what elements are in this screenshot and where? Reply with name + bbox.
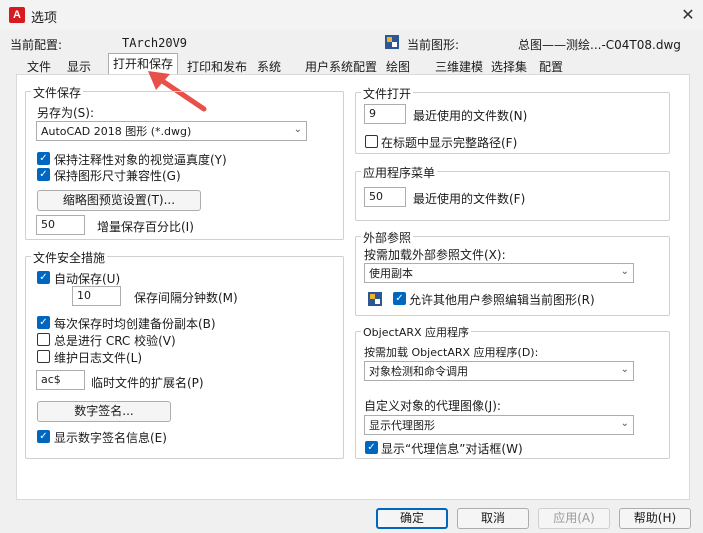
tab-user-preferences[interactable]: 用户系统配置 [300, 56, 382, 75]
objectarx-title: ObjectARX 应用程序 [361, 324, 472, 340]
tab-display[interactable]: 显示 [62, 56, 96, 75]
temp-ext-input[interactable]: ac$ [36, 370, 85, 390]
xref-title: 外部参照 [361, 229, 414, 246]
log-file-checkbox[interactable] [37, 350, 50, 363]
allow-xref-edit-label: 允许其他用户参照编辑当前图形(R) [409, 293, 595, 307]
crc-check-checkbox[interactable] [37, 333, 50, 346]
show-signature-info-label: 显示数字签名信息(E) [54, 431, 167, 445]
log-file-label: 维护日志文件(L) [54, 351, 143, 365]
tab-drafting[interactable]: 绘图 [381, 56, 415, 75]
incremental-save-input[interactable]: 50 [36, 215, 85, 235]
app-menu-recent-label: 最近使用的文件数(F) [413, 192, 526, 206]
show-signature-info-checkbox[interactable]: ✓ [37, 430, 50, 443]
save-as-label: 另存为(S): [37, 106, 95, 120]
app-menu-title: 应用程序菜单 [361, 164, 438, 181]
temp-ext-label: 临时文件的扩展名(P) [91, 376, 204, 390]
maintain-visual-fidelity-checkbox[interactable]: ✓ [37, 152, 50, 165]
autocad-app-icon: A [9, 7, 25, 23]
objectarx-demand-load-dropdown[interactable]: 对象检测和命令调用 ⌄ [364, 361, 634, 381]
help-button[interactable]: 帮助(H) [619, 508, 691, 529]
ok-button[interactable]: 确定 [376, 508, 448, 529]
file-open-title: 文件打开 [361, 85, 414, 102]
tab-3d-modeling[interactable]: 三维建模 [430, 56, 488, 75]
digital-signature-button[interactable]: 数字签名... [37, 401, 171, 422]
chevron-down-icon: ⌄ [620, 418, 629, 429]
proxy-images-value: 显示代理图形 [369, 419, 435, 432]
objectarx-demand-load-value: 对象检测和命令调用 [369, 365, 468, 378]
autosave-minutes-label: 保存间隔分钟数(M) [134, 291, 238, 305]
chevron-down-icon: ⌄ [620, 364, 629, 375]
xref-demand-load-dropdown[interactable]: 使用副本 ⌄ [364, 263, 634, 283]
file-safety-title: 文件安全措施 [31, 249, 108, 266]
file-save-title: 文件保存 [31, 84, 84, 101]
proxy-images-dropdown[interactable]: 显示代理图形 ⌄ [364, 415, 634, 435]
apply-button[interactable]: 应用(A) [538, 508, 610, 529]
tab-selection[interactable]: 选择集 [486, 56, 532, 75]
allow-xref-edit-checkbox[interactable]: ✓ [393, 292, 406, 305]
autosave-checkbox[interactable]: ✓ [37, 271, 50, 284]
backup-copy-label: 每次保存时均创建备份副本(B) [54, 317, 216, 331]
proxy-images-label: 自定义对象的代理图像(J): [364, 399, 501, 413]
objectarx-demand-load-label: 按需加载 ObjectARX 应用程序(D): [364, 346, 539, 359]
cancel-button[interactable]: 取消 [457, 508, 529, 529]
maintain-drawing-size-checkbox[interactable]: ✓ [37, 168, 50, 181]
autosave-minutes-input[interactable]: 10 [72, 286, 121, 306]
tab-files[interactable]: 文件 [22, 56, 56, 75]
maintain-drawing-size-label: 保持图形尺寸兼容性(G) [54, 169, 181, 183]
maintain-visual-fidelity-label: 保持注释性对象的视觉逼真度(Y) [54, 153, 227, 167]
xref-demand-load-value: 使用副本 [369, 267, 413, 280]
current-drawing-value: 总图——测绘...-C04T08.dwg [518, 38, 681, 52]
tab-system[interactable]: 系统 [252, 56, 286, 75]
xref-drawing-icon [368, 292, 382, 306]
incremental-save-label: 增量保存百分比(I) [97, 220, 194, 234]
current-profile-label: 当前配置: [10, 38, 63, 52]
app-menu-recent-input[interactable]: 50 [364, 187, 406, 207]
chevron-down-icon: ⌄ [620, 266, 629, 277]
window-title: 选项 [31, 11, 58, 26]
backup-copy-checkbox[interactable]: ✓ [37, 316, 50, 329]
close-button[interactable]: ✕ [676, 3, 700, 27]
recent-files-input[interactable]: 9 [364, 104, 406, 124]
full-path-checkbox[interactable] [365, 135, 378, 148]
title-bar [0, 0, 703, 30]
save-as-dropdown[interactable]: AutoCAD 2018 图形 (*.dwg) ⌄ [36, 121, 307, 141]
current-drawing-label: 当前图形: [407, 38, 460, 52]
xref-demand-load-label: 按需加载外部参照文件(X): [364, 248, 506, 262]
current-profile-value: TArch20V9 [122, 36, 188, 50]
crc-check-label: 总是进行 CRC 校验(V) [54, 334, 176, 348]
save-as-value: AutoCAD 2018 图形 (*.dwg) [41, 125, 192, 138]
full-path-label: 在标题中显示完整路径(F) [381, 136, 518, 150]
chevron-down-icon: ⌄ [293, 124, 302, 135]
autosave-label: 自动保存(U) [54, 272, 121, 286]
show-proxy-dialog-label: 显示“代理信息”对话框(W) [381, 442, 523, 456]
show-proxy-dialog-checkbox[interactable]: ✓ [365, 441, 378, 454]
thumbnail-preview-settings-button[interactable]: 缩略图预览设置(T)... [37, 190, 201, 211]
recent-files-label: 最近使用的文件数(N) [413, 109, 528, 123]
drawing-file-icon [385, 35, 399, 49]
tab-profiles[interactable]: 配置 [534, 56, 568, 75]
